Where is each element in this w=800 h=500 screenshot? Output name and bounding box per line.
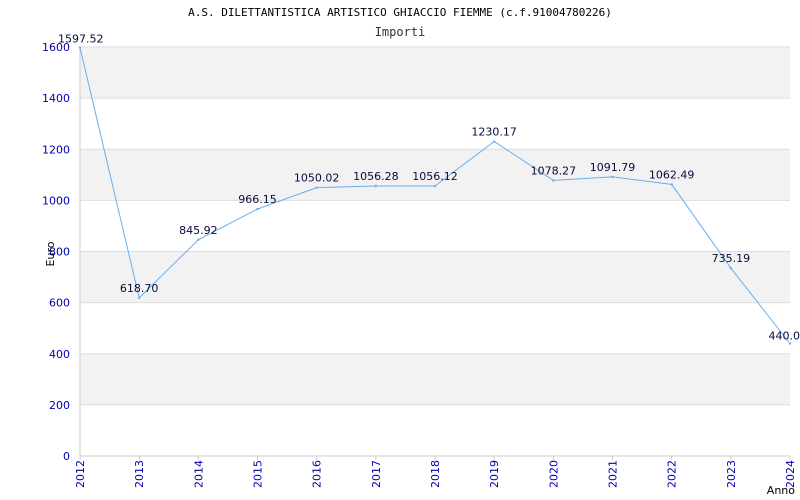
plot-band [80, 353, 790, 405]
x-tick-labels: 2012 2013 2014 2015 2016 2017 2018 2019 2020 2021… [74, 460, 797, 488]
data-label: 1078.27 [531, 164, 577, 177]
data-label: 735.19 [712, 252, 751, 265]
y-tick-label: 1400 [42, 92, 70, 105]
data-point [611, 175, 614, 179]
x-tick-label: 2019 [488, 460, 501, 488]
data-point [374, 184, 378, 188]
y-tick-label: 200 [49, 399, 70, 412]
data-label: 1091.79 [590, 161, 636, 174]
x-tick-label: 2016 [311, 460, 324, 488]
x-tick-label: 2013 [133, 460, 146, 488]
data-label: 1050.02 [294, 172, 340, 185]
y-axis-label: Euro [44, 241, 57, 266]
data-label: 440.0 [769, 330, 800, 343]
line-chart: 02004006008001000120014001600 2012 2013 20… [42, 33, 800, 497]
data-point [729, 266, 733, 270]
data-point [552, 179, 555, 182]
data-point [256, 207, 259, 211]
data-label: 1056.12 [412, 170, 458, 183]
data-label: 1056.28 [353, 170, 399, 183]
data-point [197, 238, 200, 241]
x-tick-label: 2021 [607, 460, 620, 488]
x-tick-label: 2023 [725, 460, 738, 488]
data-point [315, 186, 318, 189]
y-tick-label: 600 [49, 297, 70, 310]
x-tick-label: 2020 [547, 460, 560, 488]
x-axis-label: Anno [767, 484, 795, 497]
data-label: 1230.17 [471, 126, 517, 139]
data-point [670, 183, 673, 186]
data-label: 1062.49 [649, 168, 695, 181]
y-tick-label: 400 [49, 348, 70, 361]
y-tick-label: 1000 [42, 194, 70, 207]
data-point [492, 140, 496, 143]
x-tick-label: 2014 [192, 460, 205, 488]
plot-band [80, 47, 790, 99]
data-point [788, 342, 792, 345]
x-tick-label: 2017 [370, 460, 383, 488]
y-tick-label: 0 [63, 450, 70, 463]
data-point [137, 296, 141, 300]
plot-band [80, 251, 790, 303]
data-point [78, 46, 82, 49]
x-tick-label: 2015 [252, 460, 265, 488]
data-label: 845.92 [179, 224, 218, 237]
x-tick-label: 2012 [74, 460, 87, 488]
data-point [433, 184, 437, 188]
y-tick-label: 1200 [42, 143, 70, 156]
x-tick-label: 2022 [666, 460, 679, 488]
data-label: 1597.52 [58, 33, 104, 46]
data-label: 618.70 [120, 282, 159, 295]
x-tick-label: 2018 [429, 460, 442, 488]
data-label: 966.15 [238, 193, 277, 206]
